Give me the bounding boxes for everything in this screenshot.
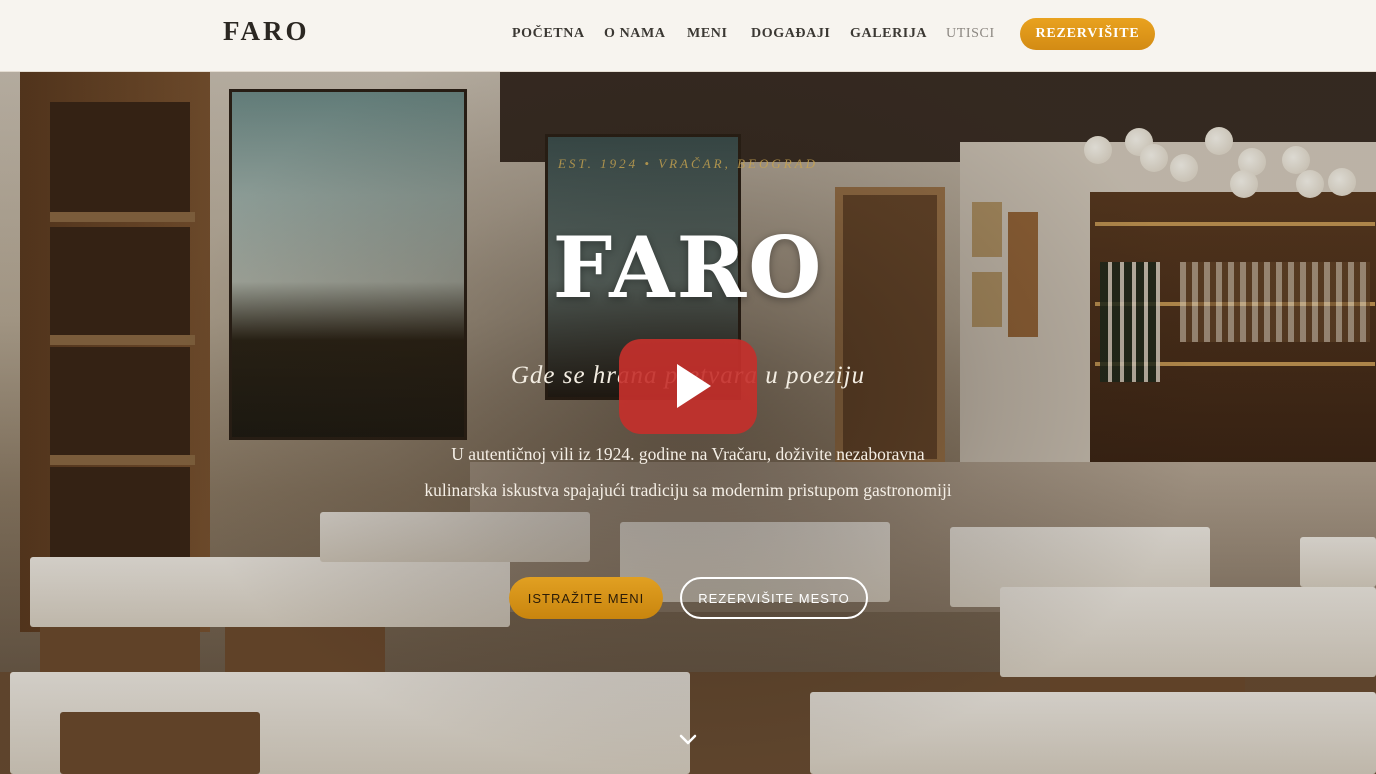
nav-item-galerija[interactable]: GALERIJA [850,26,927,42]
hero-description: U autentičnoj vili iz 1924. godine na Vr… [424,444,952,500]
explore-menu-button[interactable]: ISTRAŽITE MENI [509,577,663,619]
nav-item-pocetna[interactable]: POČETNA [512,26,585,42]
top-navigation: FARO POČETNA O NAMA MENI DOGAĐAJI GALERI… [0,0,1376,72]
nav-item-utisci[interactable]: UTISCI [946,26,995,42]
reserve-button[interactable]: REZERVIŠITE [1020,18,1155,50]
nav-item-meni[interactable]: MENI [687,26,728,42]
site-logo[interactable]: FARO [223,16,310,47]
nav-item-o-nama[interactable]: O NAMA [604,26,666,42]
hero-eyebrow: EST. 1924 • VRAČAR, BEOGRAD [557,156,819,171]
reserve-table-button[interactable]: REZERVIŠITE MESTO [680,577,868,619]
hero-title: FARO [552,218,824,317]
play-icon[interactable] [677,364,711,408]
nav-item-dogadjaji[interactable]: DOGAĐAJI [751,26,830,42]
chevron-down-icon[interactable] [678,733,698,749]
